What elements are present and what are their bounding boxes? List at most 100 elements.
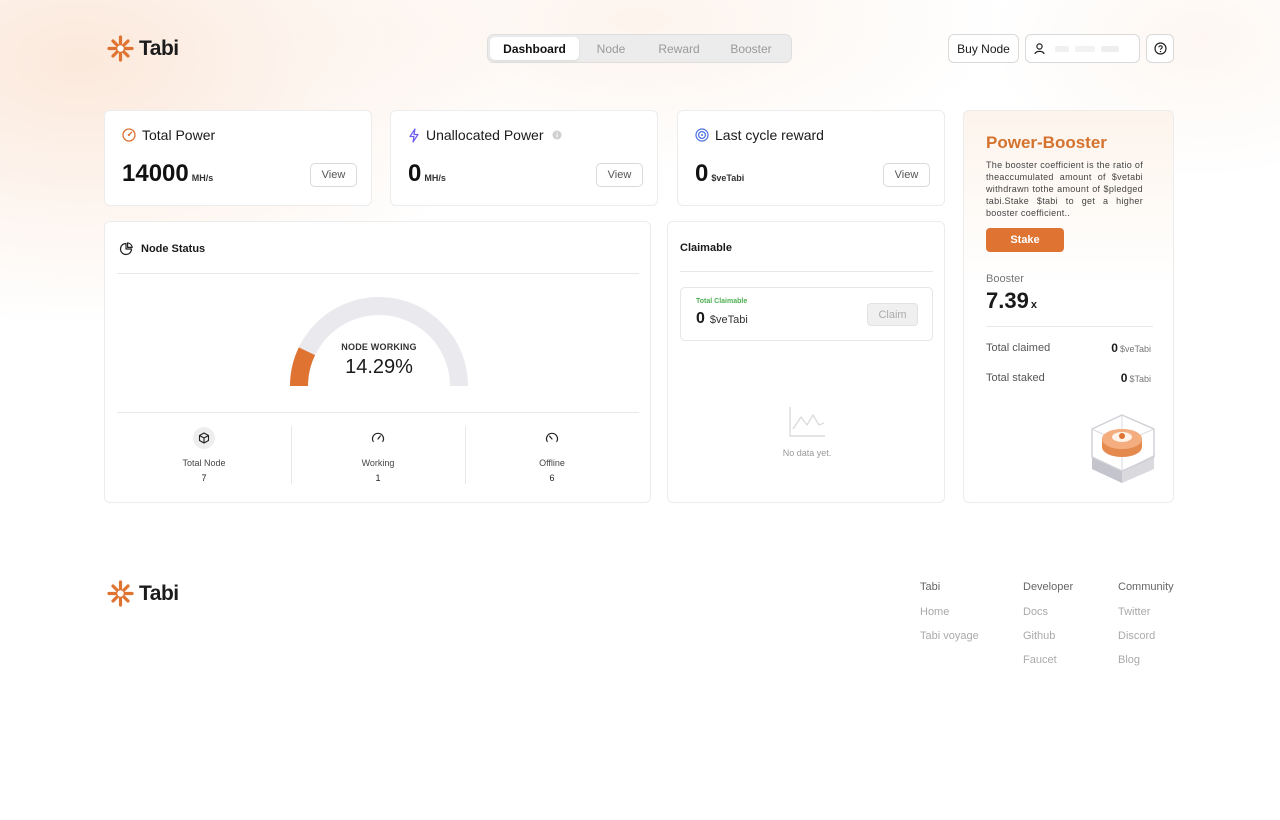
tabi-logo-mark-icon <box>107 580 134 607</box>
unallocated-power-value: 0 MH/s <box>408 160 446 188</box>
booster-illustration-icon <box>1091 414 1155 483</box>
tab-dashboard[interactable]: Dashboard <box>490 37 579 60</box>
tab-reward[interactable]: Reward <box>643 37 715 60</box>
tab-booster[interactable]: Booster <box>715 37 787 60</box>
total-claimed-value: 0 $veTabi <box>1111 341 1151 355</box>
speedometer-icon <box>371 432 385 443</box>
claim-button[interactable]: Claim <box>867 303 918 326</box>
footer-link-tabi-voyage[interactable]: Tabi voyage <box>920 630 979 642</box>
footer-link-home[interactable]: Home <box>920 606 979 618</box>
total-power-title: Total Power <box>122 127 215 143</box>
last-cycle-reward-view-button[interactable]: View <box>883 163 930 187</box>
footer-col-developer: Developer Docs Github Faucet <box>1023 581 1073 678</box>
node-status-header: Node Status <box>119 242 205 256</box>
working-value: 1 <box>375 473 381 483</box>
stake-button[interactable]: Stake <box>986 228 1064 252</box>
footer-col-tabi: Tabi Home Tabi voyage <box>920 581 979 654</box>
offline-value: 6 <box>549 473 555 483</box>
footer-link-github[interactable]: Github <box>1023 630 1073 642</box>
unallocated-power-label: Unallocated Power <box>426 127 544 143</box>
help-icon <box>1153 42 1167 55</box>
total-claimable-number: 0 <box>696 310 705 327</box>
last-cycle-reward-number: 0 <box>695 160 709 187</box>
unallocated-power-title: Unallocated Power <box>408 127 562 143</box>
total-claimed-unit: $veTabi <box>1119 344 1151 354</box>
footer-link-docs[interactable]: Docs <box>1023 606 1073 618</box>
unallocated-power-unit: MH/s <box>424 173 446 183</box>
gauge-label: NODE WORKING <box>341 342 417 352</box>
main-nav-tabs: Dashboard Node Reward Booster <box>487 34 792 63</box>
status-working: Working 1 <box>318 427 438 483</box>
total-claimable-unit: $veTabi <box>709 314 748 326</box>
node-status-divider-top <box>117 273 639 274</box>
speedometer-low-icon <box>545 432 559 443</box>
offline-label: Offline <box>539 458 565 468</box>
power-booster-card: Power-Booster The booster coefficient is… <box>963 110 1174 503</box>
power-booster-title: Power-Booster <box>986 133 1107 152</box>
total-claimed-number: 0 <box>1111 341 1118 355</box>
address-placeholder <box>1055 45 1119 52</box>
cube-icon <box>198 432 210 444</box>
total-power-value: 14000 MH/s <box>122 160 213 188</box>
last-cycle-reward-value: 0 $veTabi <box>695 160 744 188</box>
buy-node-button[interactable]: Buy Node <box>948 34 1019 63</box>
footer-link-discord[interactable]: Discord <box>1118 630 1174 642</box>
lightning-icon <box>409 127 419 143</box>
footer-logo-text: Tabi <box>139 581 179 605</box>
total-node-value: 7 <box>201 473 207 483</box>
last-cycle-reward-unit: $veTabi <box>711 173 745 183</box>
info-icon[interactable] <box>552 130 562 140</box>
total-claimable-value: 0 $veTabi <box>696 310 748 328</box>
tab-node[interactable]: Node <box>579 37 643 60</box>
booster-value: 7.39 x <box>986 288 1037 314</box>
claimable-card: Claimable Total Claimable 0 $veTabi Clai… <box>667 221 945 503</box>
total-staked-value: 0 $Tabi <box>1121 371 1151 385</box>
total-staked-unit: $Tabi <box>1129 374 1151 384</box>
total-power-card: Total Power 14000 MH/s View <box>104 110 372 206</box>
status-offline: Offline 6 <box>492 427 612 483</box>
node-status-divider-bottom <box>117 412 639 413</box>
account-button[interactable] <box>1025 34 1140 63</box>
booster-divider <box>986 326 1153 327</box>
power-meter-icon <box>122 128 136 142</box>
working-label: Working <box>361 458 395 468</box>
no-data-text: No data yet. <box>782 448 832 458</box>
total-claimable-label: Total Claimable <box>696 298 748 305</box>
tabi-logo-mark-icon <box>107 35 134 62</box>
footer-heading-tabi: Tabi <box>920 581 941 593</box>
unallocated-power-card: Unallocated Power 0 MH/s View <box>390 110 658 206</box>
footer-link-faucet[interactable]: Faucet <box>1023 654 1073 666</box>
footer-col-community: Community Twitter Discord Blog <box>1118 581 1174 678</box>
booster-label: Booster <box>986 273 1024 285</box>
total-power-label: Total Power <box>142 127 216 143</box>
help-button[interactable] <box>1146 34 1174 63</box>
footer-tabi-logo[interactable]: Tabi <box>106 579 179 608</box>
empty-chart-icon <box>789 407 825 437</box>
total-power-view-button[interactable]: View <box>310 163 357 187</box>
last-cycle-reward-title: Last cycle reward <box>695 127 824 143</box>
total-node-label: Total Node <box>182 458 226 468</box>
power-booster-description: The booster coefficient is the ratio of … <box>986 160 1143 218</box>
footer-link-twitter[interactable]: Twitter <box>1118 606 1174 618</box>
footer-heading-community: Community <box>1118 581 1174 593</box>
node-status-card: Node Status NODE WORKING 14.29% Total No… <box>104 221 651 503</box>
footer-link-blog[interactable]: Blog <box>1118 654 1174 666</box>
claimable-title: Claimable <box>680 242 732 254</box>
total-power-number: 14000 <box>122 160 189 187</box>
status-total-node: Total Node 7 <box>144 427 264 483</box>
footer-heading-developer: Developer <box>1023 581 1074 593</box>
status-divider-1 <box>291 426 292 484</box>
tabi-logo[interactable]: Tabi <box>106 34 179 63</box>
gauge-value: 14.29% <box>345 356 413 378</box>
total-staked-number: 0 <box>1120 371 1128 385</box>
user-icon <box>1034 42 1045 54</box>
total-power-unit: MH/s <box>191 173 214 183</box>
booster-number: 7.39 <box>986 288 1029 313</box>
total-claimed-label: Total claimed <box>986 342 1051 354</box>
claimable-divider <box>680 271 933 272</box>
total-staked-label: Total staked <box>986 372 1045 384</box>
status-divider-2 <box>465 426 466 484</box>
unallocated-power-view-button[interactable]: View <box>596 163 643 187</box>
last-cycle-reward-card: Last cycle reward 0 $veTabi View <box>677 110 945 206</box>
unallocated-power-number: 0 <box>408 160 422 187</box>
